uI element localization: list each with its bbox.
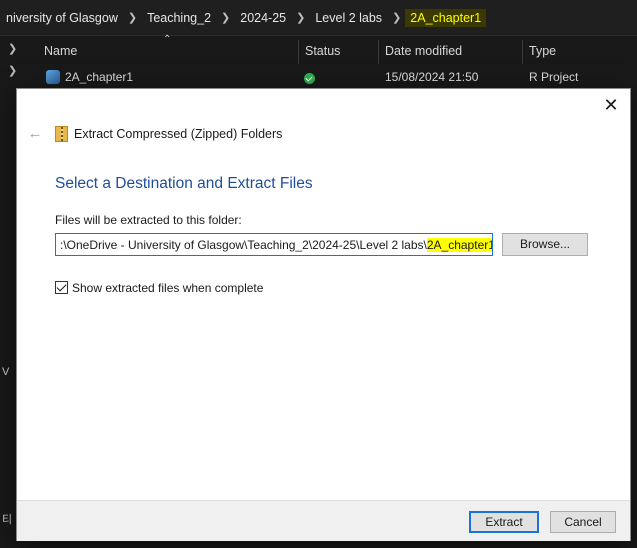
column-divider[interactable] [298,40,299,64]
close-button[interactable]: ✕ [600,95,622,117]
extract-button[interactable]: Extract [469,511,539,533]
dialog-footer: Extract Cancel [17,500,630,541]
back-arrow-icon[interactable]: ← [25,125,45,143]
nav-pane-edge: V 티 [0,86,16,546]
dialog-title: Extract Compressed (Zipped) Folders [74,127,283,141]
column-header-status[interactable]: Status [305,36,340,66]
expand-arrow-icon[interactable]: ❯ [8,64,17,77]
file-name[interactable]: 2A_chapter1 [65,70,133,84]
breadcrumb: niversity of Glasgow ❯ Teaching_2 ❯ 2024… [0,0,637,36]
column-divider[interactable] [522,40,523,64]
chevron-right-icon[interactable]: ❯ [388,11,405,24]
dialog-heading: Select a Destination and Extract Files [55,175,313,192]
breadcrumb-item-teaching[interactable]: Teaching_2 [141,11,217,25]
nav-pane-text: V [2,366,10,378]
show-files-checkbox[interactable] [55,281,68,294]
column-divider[interactable] [378,40,379,64]
column-header-name[interactable]: Name [44,36,77,66]
chevron-right-icon[interactable]: ❯ [124,11,141,24]
file-type: R Project [529,70,579,84]
r-project-icon [46,70,60,84]
cancel-button[interactable]: Cancel [550,511,616,533]
chevron-right-icon[interactable]: ❯ [217,11,234,24]
chevron-right-icon[interactable]: ❯ [292,11,309,24]
zip-folder-icon [55,126,68,142]
destination-label: Files will be extracted to this folder: [55,213,242,227]
breadcrumb-item-university[interactable]: niversity of Glasgow [0,11,124,25]
destination-path-input[interactable]: :\OneDrive - University of Glasgow\Teach… [55,233,493,256]
sort-ascending-icon: ⌃ [163,34,172,45]
show-files-label[interactable]: Show extracted files when complete [72,281,263,295]
column-header-date[interactable]: Date modified [385,36,462,66]
breadcrumb-item-level2[interactable]: Level 2 labs [309,11,388,25]
sync-ok-icon [304,73,315,84]
column-header-type[interactable]: Type [529,36,556,66]
breadcrumb-item-current[interactable]: 2A_chapter1 [405,8,487,27]
extract-dialog: ✕ ← Extract Compressed (Zipped) Folders … [16,88,631,541]
destination-path-prefix: :\OneDrive - University of Glasgow\Teach… [60,238,427,252]
destination-path-selection: 2A_chapter1 [426,238,493,252]
breadcrumb-item-year[interactable]: 2024-25 [234,11,292,25]
expand-arrow-icon[interactable]: ❯ [8,42,17,55]
file-date-modified: 15/08/2024 21:50 [385,70,479,84]
browse-button[interactable]: Browse... [502,233,588,256]
nav-pane-text: 티 [2,514,13,526]
screen: niversity of Glasgow ❯ Teaching_2 ❯ 2024… [0,0,637,548]
